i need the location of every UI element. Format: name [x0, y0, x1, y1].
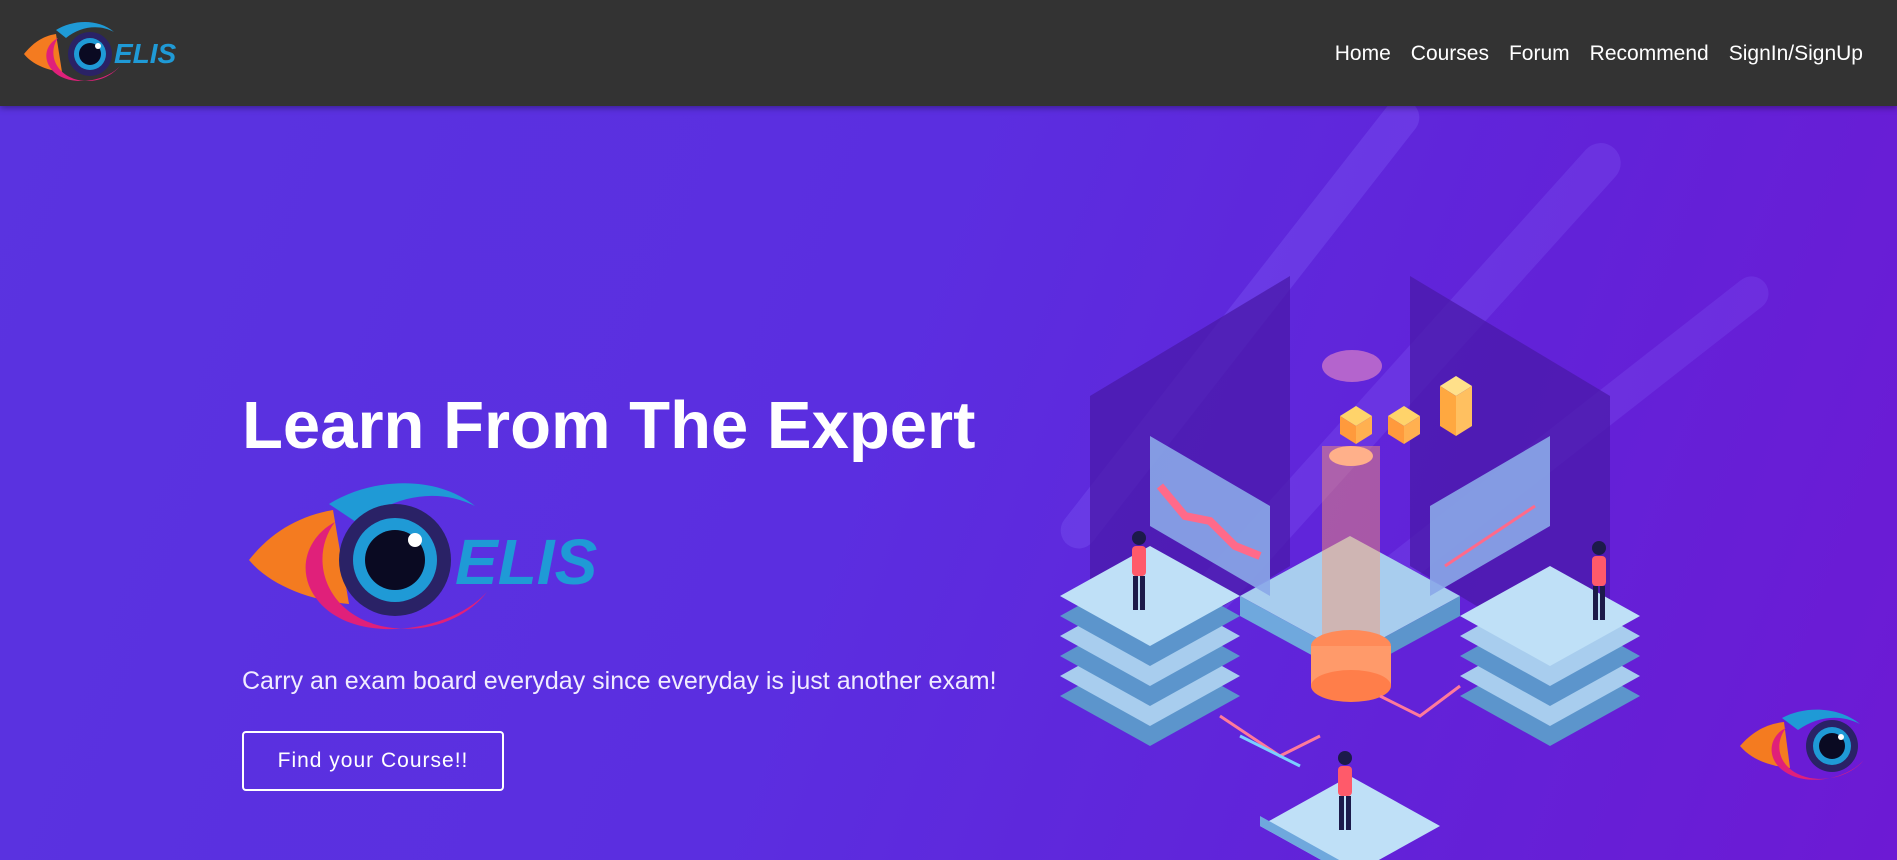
eye-logo-icon: ELIS: [249, 483, 598, 630]
nav-courses[interactable]: Courses: [1401, 40, 1499, 68]
top-navbar: ELIS Home Courses Forum Recommend SignIn…: [0, 0, 1897, 106]
hero-logo-text: ELIS: [455, 526, 598, 598]
hero-section: Learn From The Expert ELIS Carry an exam…: [0, 106, 1897, 860]
nav-recommend[interactable]: Recommend: [1580, 40, 1719, 68]
eye-logo-icon: ELIS: [24, 22, 177, 82]
floating-eye-logo-icon: [1740, 709, 1864, 780]
main-nav: Home Courses Forum Recommend SignIn/Sign…: [1325, 40, 1873, 68]
find-course-button[interactable]: Find your Course!!: [242, 731, 504, 791]
nav-signin-signup[interactable]: SignIn/SignUp: [1719, 40, 1873, 68]
isometric-data-illustration: [1060, 276, 1640, 860]
hero-logo: ELIS: [245, 476, 615, 651]
nav-forum[interactable]: Forum: [1499, 40, 1580, 68]
hero-tagline: Carry an exam board everyday since every…: [242, 667, 997, 695]
nav-logo-text: ELIS: [114, 38, 177, 69]
hero-title: Learn From The Expert: [242, 388, 976, 463]
nav-home[interactable]: Home: [1325, 40, 1401, 68]
site-logo-link[interactable]: ELIS: [22, 18, 194, 95]
